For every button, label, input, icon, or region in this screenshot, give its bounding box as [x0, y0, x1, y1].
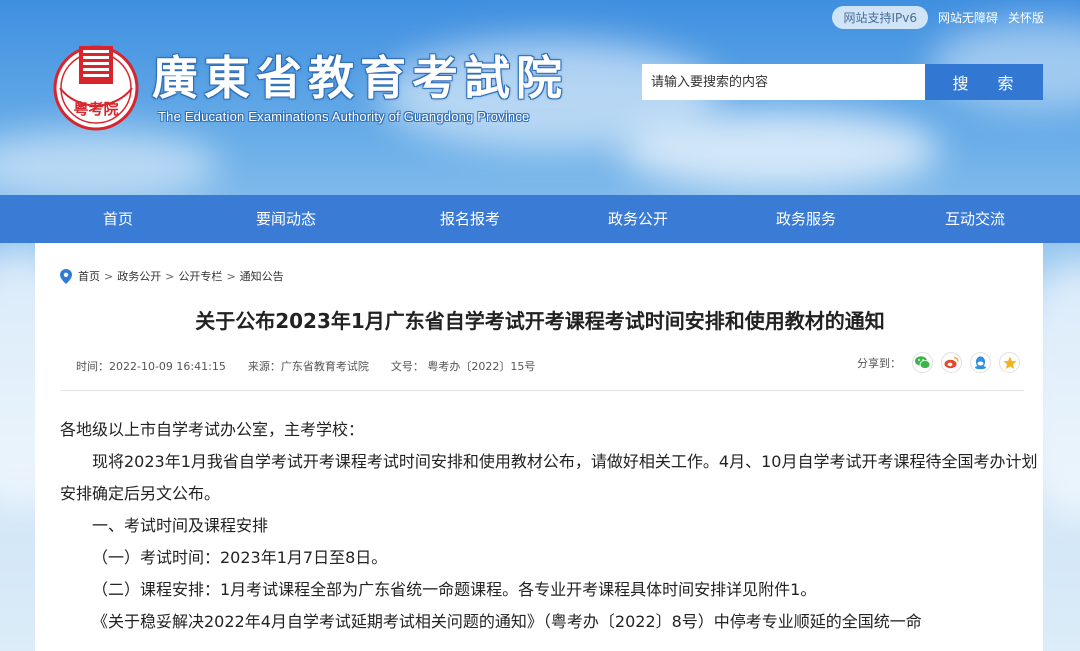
brand-name-cn: 廣東省教育考試院	[152, 51, 568, 105]
article-source: 来源：广东省教育考试院	[247, 360, 369, 373]
accessibility-link[interactable]: 网站无障碍	[938, 9, 998, 26]
weibo-share-button[interactable]	[941, 352, 962, 373]
breadcrumb-column[interactable]: 公开专栏	[178, 268, 222, 284]
location-pin-icon	[60, 268, 72, 284]
article-paragraph: 现将2023年1月我省自学考试开考课程考试时间安排和使用教材公布，请做好相关工作…	[60, 452, 1038, 503]
qzone-star-icon	[1003, 356, 1016, 369]
nav-item-gov-affairs[interactable]: 政务公开	[604, 195, 672, 243]
article-paragraph: 《关于稳妥解决2022年4月自学考试延期考试相关问题的通知》（粤考办〔2022〕…	[92, 612, 922, 631]
share-bar: 分享到：	[857, 352, 1020, 373]
nav-item-gov-services[interactable]: 政务服务	[672, 195, 940, 243]
breadcrumb-notices[interactable]: 通知公告	[240, 268, 284, 284]
search-input[interactable]	[642, 64, 925, 100]
article-section-heading: 一、考试时间及课程安排	[92, 516, 269, 535]
breadcrumb-separator: >	[226, 269, 236, 283]
brand-name-en: The Education Examinations Authority of …	[158, 109, 530, 124]
top-links: 网站支持IPv6 网站无障碍 关怀版	[832, 6, 1044, 29]
nav-item-interaction[interactable]: 互动交流	[940, 195, 1010, 243]
article-meta: 时间：2022-10-09 16:41:15 来源：广东省教育考试院 文号： 粤…	[76, 358, 535, 374]
article-paragraph: 各地级以上市自学考试办公室，主考学校：	[60, 420, 365, 439]
wechat-share-button[interactable]	[912, 352, 933, 373]
divider	[60, 390, 1024, 391]
seal-text: 粤考院	[73, 100, 118, 118]
weibo-icon	[944, 356, 959, 369]
article-title: 关于公布2023年1月广东省自学考试开考课程考试时间安排和使用教材的通知	[195, 309, 885, 333]
care-version-link[interactable]: 关怀版	[1008, 9, 1044, 26]
logo-seal-icon[interactable]: 粤考院	[52, 40, 140, 132]
article-paragraph: （二）课程安排：1月考试课程全部为广东省统一命题课程。各专业开考课程具体时间安排…	[92, 580, 817, 599]
ipv6-badge[interactable]: 网站支持IPv6	[832, 6, 928, 29]
nav-item-registration[interactable]: 报名报考	[336, 195, 604, 243]
search-button[interactable]: 搜 索	[925, 64, 1043, 100]
breadcrumb: 首页 > 政务公开 > 公开专栏 > 通知公告	[60, 268, 284, 284]
breadcrumb-separator: >	[165, 269, 175, 283]
qzone-share-button[interactable]	[999, 352, 1020, 373]
nav-item-home[interactable]: 首页	[0, 195, 236, 243]
nav-item-news[interactable]: 要闻动态	[236, 195, 336, 243]
breadcrumb-home[interactable]: 首页	[78, 268, 100, 284]
wechat-icon	[915, 356, 930, 369]
article-paragraph: （一）考试时间：2023年1月7日至8日。	[92, 548, 388, 567]
breadcrumb-gov-affairs[interactable]: 政务公开	[117, 268, 161, 284]
main-nav: 首页 要闻动态 报名报考 政务公开 政务服务 互动交流	[0, 195, 1080, 243]
breadcrumb-separator: >	[104, 269, 114, 283]
document-number: 文号： 粤考办〔2022〕15号	[390, 360, 536, 373]
qq-icon	[975, 355, 986, 369]
publish-time: 时间：2022-10-09 16:41:15	[76, 360, 226, 373]
qq-share-button[interactable]	[970, 352, 991, 373]
share-label: 分享到：	[857, 356, 901, 370]
